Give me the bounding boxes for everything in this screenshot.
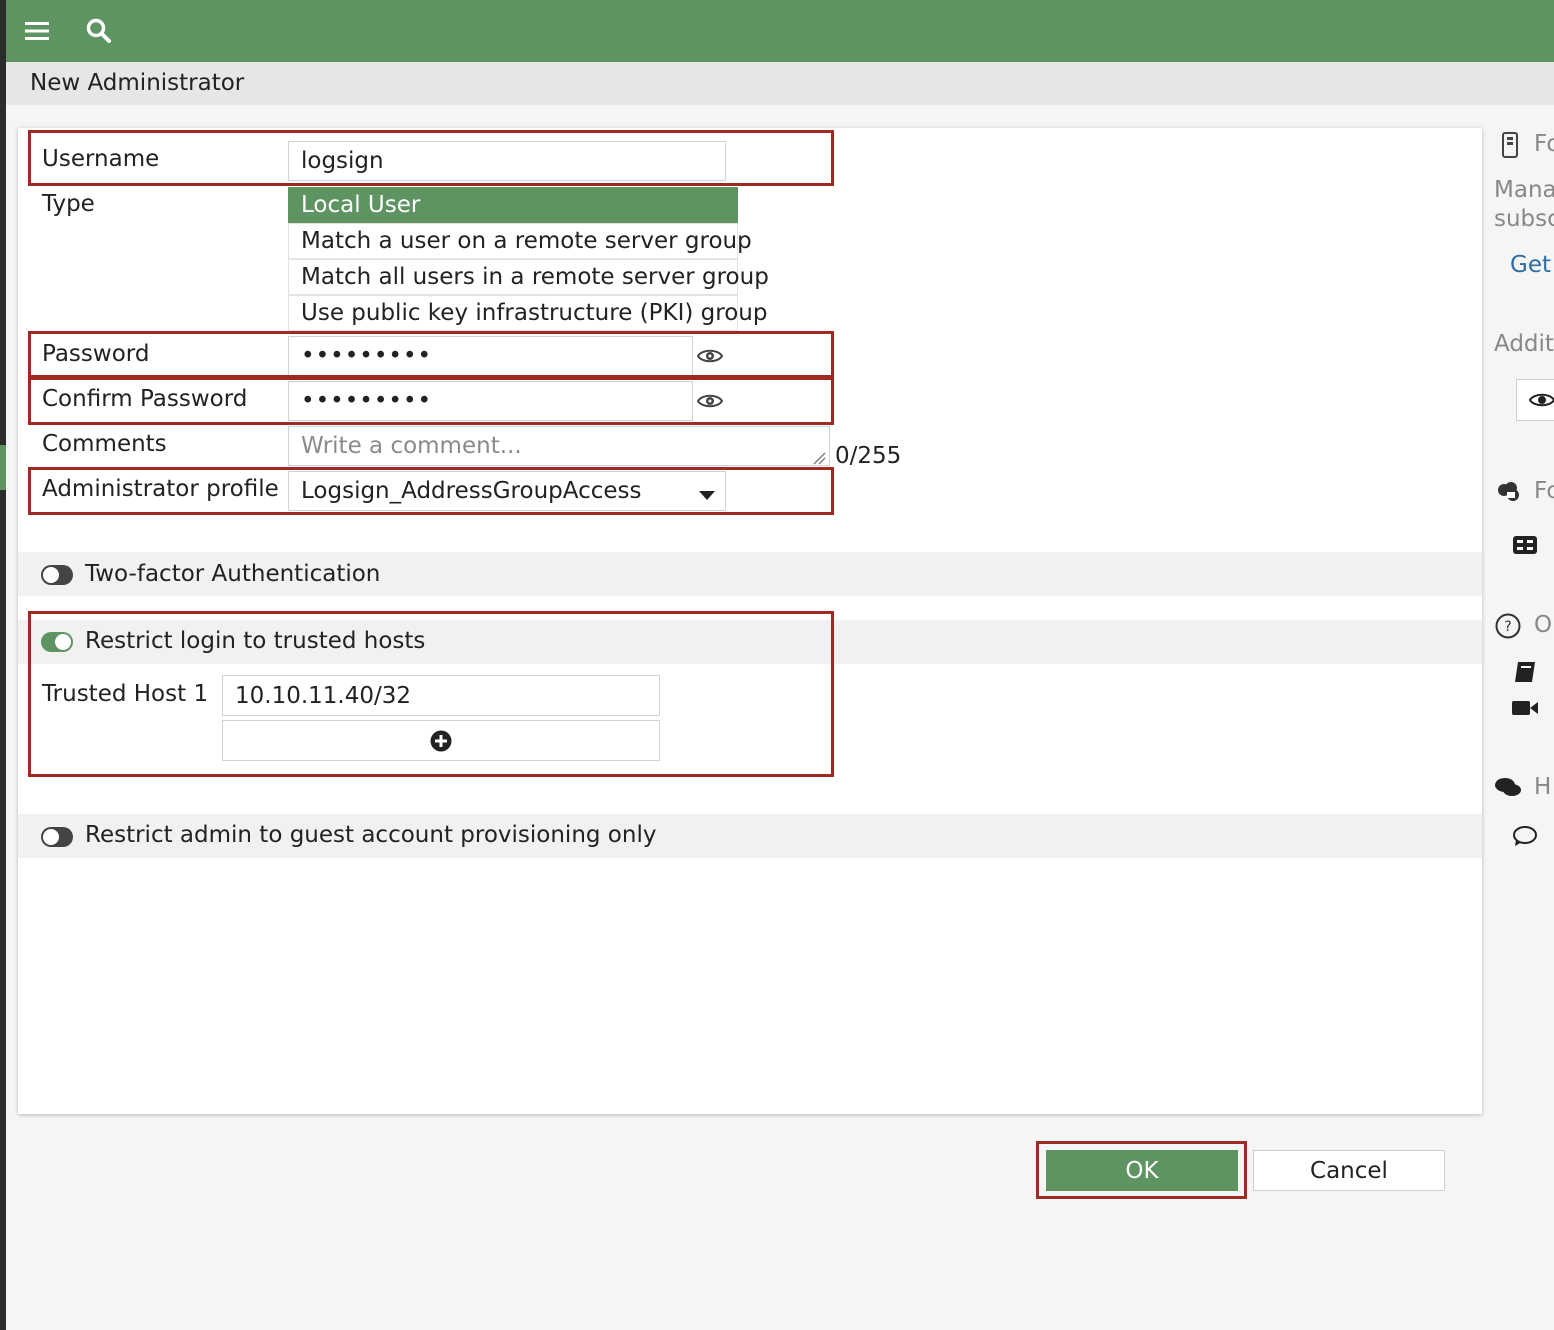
comments-label: Comments (42, 431, 167, 457)
chat-bubbles-icon (1494, 774, 1522, 802)
guest-provisioning-toggle[interactable] (41, 827, 73, 847)
eye-icon (1529, 393, 1554, 407)
comments-textarea[interactable]: Write a comment... (288, 426, 830, 466)
password-highlight (28, 331, 834, 378)
sidebar-heading-fo: Fo (1534, 131, 1554, 157)
type-option-remote-user[interactable]: Match a user on a remote server group (288, 223, 752, 259)
confirm-password-highlight (28, 377, 834, 425)
type-label: Type (42, 191, 95, 217)
page-header: New Administrator (6, 62, 1554, 105)
sidebar-heading-o: O (1534, 612, 1553, 638)
hamburger-menu-icon[interactable] (20, 14, 54, 48)
two-factor-label: Two-factor Authentication (85, 561, 381, 587)
grid-icon (1511, 531, 1539, 559)
sidebar-heading-h: H (1534, 774, 1552, 800)
sidebar-text-addit: Addit (1494, 331, 1554, 357)
top-navigation-bar (6, 0, 1554, 62)
book-icon (1511, 658, 1539, 686)
device-icon (1496, 131, 1524, 159)
username-highlight (28, 130, 834, 186)
trusted-hosts-highlight (28, 611, 834, 777)
sidebar-text-mana: Mana (1494, 177, 1554, 203)
chat-bubble-icon (1511, 822, 1539, 850)
type-option-remote-group[interactable]: Match all users in a remote server group (288, 259, 769, 295)
type-option-local-user[interactable]: Local User (288, 187, 738, 223)
left-window-edge (0, 0, 6, 1330)
svg-text:?: ? (1504, 619, 1511, 635)
help-circle-icon: ? (1494, 612, 1522, 640)
video-camera-icon (1511, 694, 1539, 722)
sidebar-text-subsc: subsc (1494, 206, 1554, 232)
cloud-icon (1494, 478, 1522, 506)
ok-button-highlight (1036, 1141, 1247, 1199)
two-factor-toggle[interactable] (41, 565, 73, 585)
guest-provisioning-label: Restrict admin to guest account provisio… (85, 822, 657, 848)
sidebar-link-get[interactable]: Get (1510, 252, 1551, 278)
admin-profile-highlight (28, 467, 834, 515)
sidebar-heading-fo-2: Fo (1534, 478, 1554, 504)
cancel-button[interactable]: Cancel (1253, 1150, 1445, 1191)
search-icon[interactable] (82, 14, 116, 48)
comments-counter: 0/255 (835, 443, 902, 469)
resize-handle-icon[interactable] (812, 450, 826, 465)
comments-placeholder: Write a comment... (301, 433, 522, 459)
type-option-pki-group[interactable]: Use public key infrastructure (PKI) grou… (288, 295, 767, 331)
sidebar-view-button[interactable] (1516, 379, 1554, 421)
page-title: New Administrator (30, 70, 245, 96)
